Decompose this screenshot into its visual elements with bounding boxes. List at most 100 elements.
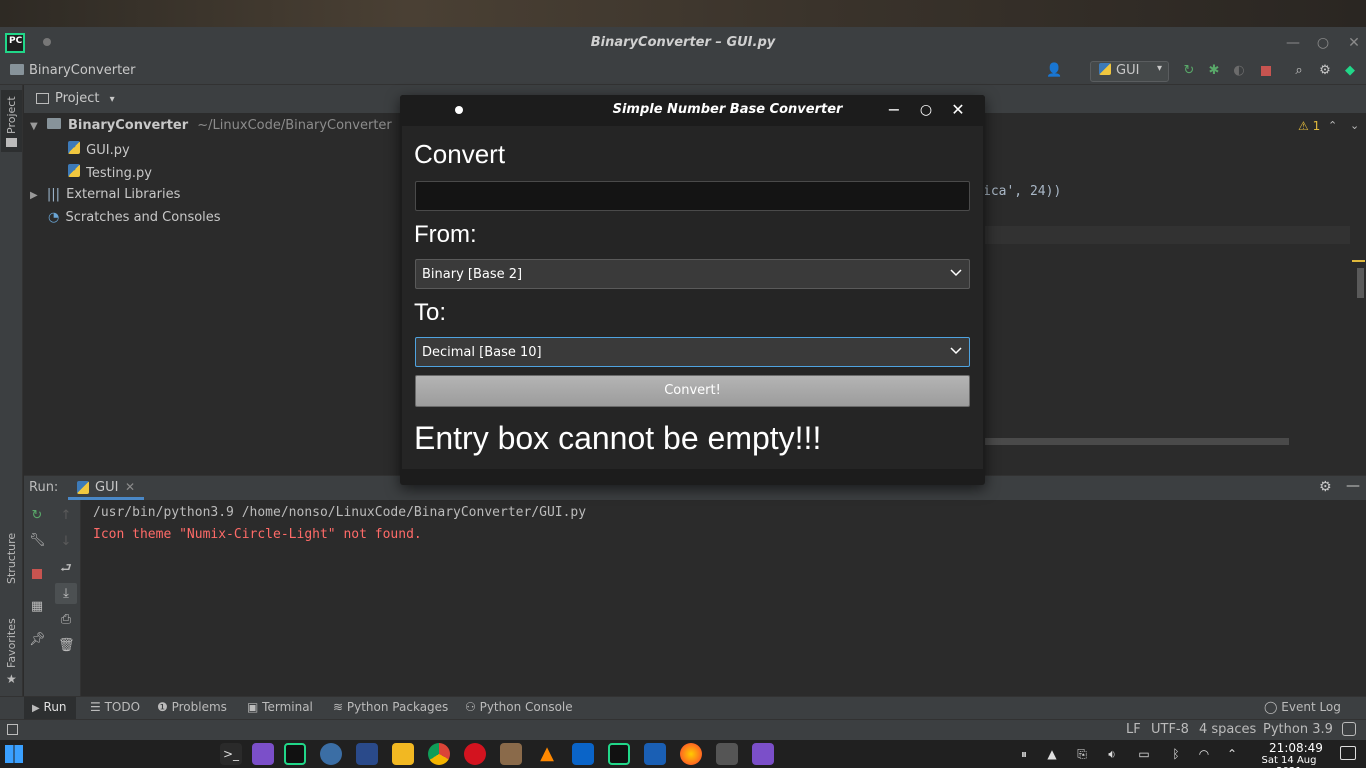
maximize-icon[interactable]: ○ — [917, 101, 935, 119]
convert-button[interactable]: Convert! — [415, 375, 970, 407]
stop-icon[interactable] — [32, 569, 42, 579]
tool-tab-run[interactable]: ▶ Run — [32, 700, 67, 714]
vertical-scrollbar[interactable] — [1357, 268, 1364, 298]
chrome-icon[interactable] — [428, 743, 450, 765]
editor-app-icon[interactable] — [644, 743, 666, 765]
notes-app-icon[interactable] — [500, 743, 522, 765]
horizontal-scrollbar[interactable] — [985, 438, 1289, 445]
interpreter-indicator[interactable]: Python 3.9 — [1263, 722, 1333, 737]
console-line: /usr/bin/python3.9 /home/nonso/LinuxCode… — [93, 505, 587, 520]
tool-tab-terminal[interactable]: ▣ Terminal — [247, 700, 313, 714]
notifications-icon[interactable] — [1340, 746, 1356, 760]
security-app-icon[interactable] — [356, 743, 378, 765]
clipboard-icon[interactable]: ⎘ — [1074, 746, 1090, 762]
start-menu-icon[interactable] — [5, 745, 23, 763]
from-base-select[interactable]: Binary [Base 2] — [415, 259, 970, 289]
file-explorer-icon[interactable] — [392, 743, 414, 765]
chevron-down-icon[interactable]: ⌄ — [1350, 119, 1359, 132]
tree-item-gui[interactable]: GUI.py — [68, 141, 130, 158]
opera-icon[interactable] — [464, 743, 486, 765]
vlc-tray-icon[interactable]: ▲ — [1044, 746, 1060, 762]
vlc-icon[interactable]: ▲ — [536, 743, 558, 765]
gear-icon[interactable]: ⚙ — [1319, 479, 1332, 495]
vcs-user-icon[interactable]: 👤 — [1046, 63, 1062, 79]
to-base-select[interactable]: Decimal [Base 10] — [415, 337, 970, 367]
close-icon[interactable]: ✕ — [949, 101, 967, 119]
wrench-icon[interactable]: 🔧︎ — [29, 533, 46, 549]
chevron-up-icon[interactable]: ⌃ — [1224, 746, 1240, 762]
chevron-up-icon[interactable]: ⌃ — [1328, 119, 1337, 132]
pycharm-app-icon[interactable] — [284, 743, 306, 765]
minimize-icon[interactable]: — — [1285, 35, 1301, 51]
pause-icon[interactable]: ⏸ — [1016, 746, 1032, 762]
outlook-icon[interactable] — [572, 743, 594, 765]
inspection-warning-indicator[interactable]: ⚠ 1 — [1298, 119, 1320, 133]
indent-indicator[interactable]: 4 spaces — [1199, 722, 1256, 737]
rerun-icon[interactable]: ↻ — [1181, 63, 1197, 79]
arrow-up-icon[interactable]: ↑ — [58, 508, 74, 524]
trash-icon[interactable]: 🗑︎ — [58, 638, 75, 654]
tool-tab-python-packages[interactable]: ≋ Python Packages — [333, 700, 448, 714]
number-entry-input[interactable] — [415, 181, 970, 211]
rerun-icon[interactable]: ↻ — [29, 508, 45, 524]
library-app-icon[interactable] — [716, 743, 738, 765]
settings-app-icon[interactable] — [320, 743, 342, 765]
wifi-icon[interactable]: ◠ — [1196, 746, 1212, 762]
line-ending-indicator[interactable]: LF — [1126, 722, 1141, 737]
visual-studio-icon-2[interactable] — [752, 743, 774, 765]
minimize-icon[interactable]: − — [885, 101, 903, 119]
tree-item-testing[interactable]: Testing.py — [68, 164, 152, 181]
tree-item-external-libraries[interactable]: ▶ ||| External Libraries — [30, 187, 180, 202]
layout-icon[interactable]: ▦ — [29, 599, 45, 615]
gear-icon[interactable]: ⚙ — [1317, 63, 1333, 79]
event-log-button[interactable]: ◯ Event Log — [1264, 700, 1341, 714]
chevron-down-icon: ▾ — [109, 94, 115, 105]
pin-icon[interactable]: 📌︎ — [29, 632, 46, 648]
visual-studio-icon[interactable] — [252, 743, 274, 765]
pycharm-app-icon-2[interactable] — [608, 743, 630, 765]
search-icon[interactable]: ⌕ — [1291, 63, 1307, 79]
from-label: From: — [414, 221, 477, 248]
warning-icon: ⚠ — [1298, 119, 1309, 133]
console-error-line: Icon theme "Numix-Circle-Light" not foun… — [93, 527, 422, 542]
maximize-icon[interactable]: ○ — [1315, 35, 1331, 51]
tool-tab-problems[interactable]: ❶ Problems — [157, 700, 227, 714]
soft-wrap-icon[interactable]: ⮐ — [58, 561, 74, 577]
breadcrumb-project[interactable]: BinaryConverter — [29, 63, 136, 78]
scrollbar-warning-marker[interactable] — [1352, 260, 1365, 262]
project-panel-title[interactable]: Project ▾ — [55, 91, 115, 106]
print-icon[interactable]: ⎙ — [58, 612, 74, 628]
tree-item-scratches[interactable]: ◔ Scratches and Consoles — [48, 210, 221, 225]
run-toolbar-primary — [24, 500, 51, 696]
tool-tab-python-console[interactable]: ⚇ Python Console — [465, 700, 573, 714]
lock-icon[interactable] — [1342, 722, 1356, 736]
volume-icon[interactable]: 🔉︎ — [1104, 746, 1120, 762]
structure-strip-label[interactable]: Structure — [5, 533, 18, 584]
run-configuration-select[interactable]: GUI ▾ — [1090, 61, 1169, 82]
favorites-strip-label[interactable]: Favorites — [5, 618, 18, 668]
tool-tab-label: Run — [43, 700, 67, 714]
toolbox-icon[interactable]: ◆ — [1342, 63, 1358, 79]
hide-panel-icon[interactable]: — — [1346, 478, 1360, 494]
info-icon: ❶ — [157, 700, 168, 714]
python-file-icon — [68, 141, 80, 154]
encoding-indicator[interactable]: UTF-8 — [1151, 722, 1189, 737]
battery-icon[interactable]: ▭ — [1136, 746, 1152, 762]
arrow-down-icon[interactable]: ↓ — [58, 534, 74, 550]
clock-time[interactable]: 21:08:49 — [1266, 741, 1326, 755]
tree-item-root[interactable]: ▼ BinaryConverter ~/LinuxCode/BinaryConv… — [30, 118, 392, 133]
desktop-wallpaper — [0, 0, 1366, 27]
stop-icon[interactable] — [1261, 66, 1271, 76]
star-icon: ★ — [6, 672, 17, 686]
close-icon[interactable]: ✕ — [1346, 35, 1362, 51]
clock-date[interactable]: Sat 14 Aug 2021 — [1248, 755, 1330, 768]
debug-bug-icon[interactable]: ✱ — [1206, 63, 1222, 79]
coverage-icon[interactable]: ◐ — [1231, 63, 1247, 79]
tool-tab-todo[interactable]: ☰ TODO — [90, 700, 140, 714]
close-tab-icon[interactable]: ✕ — [125, 480, 135, 494]
tree-item-label: External Libraries — [66, 187, 181, 202]
firefox-icon[interactable] — [680, 743, 702, 765]
bluetooth-icon[interactable]: ᛒ — [1168, 746, 1184, 762]
toggle-tool-windows-icon[interactable] — [7, 724, 18, 735]
terminal-app-icon[interactable]: >_ — [220, 743, 242, 765]
